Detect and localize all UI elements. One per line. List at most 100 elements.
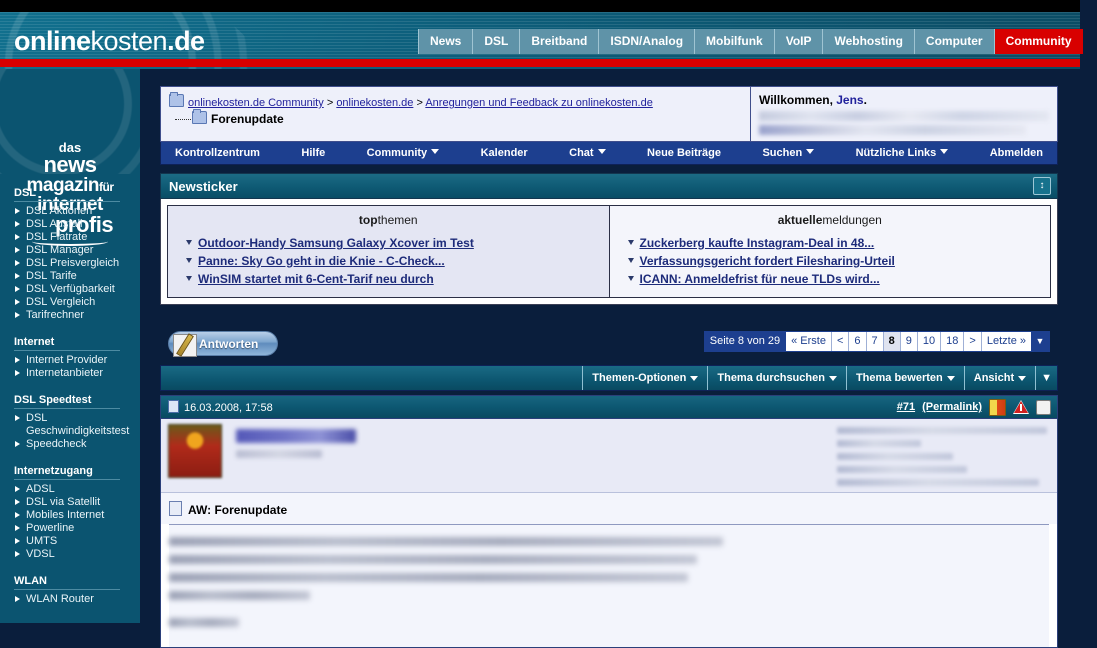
topthemen-link-3[interactable]: WinSIM startet mit 6-Cent-Tarif neu durc… (198, 272, 434, 286)
forumnav-label: Neue Beiträge (647, 147, 721, 159)
forumnav-item-nuetzliche-links[interactable]: Nützliche Links (856, 147, 949, 159)
sidebar-item-tarifrechner[interactable]: Tarifrechner (14, 309, 134, 322)
sidebar-item-dsl-tarife[interactable]: DSL Tarife (14, 270, 134, 283)
breadcrumb: onlinekosten.de Community > onlinekosten… (161, 87, 751, 141)
pagination-dropdown-icon[interactable]: ▼ (1031, 332, 1049, 351)
sidebar-heading-internet: Internet (14, 336, 120, 351)
bullet-triangle-icon (627, 276, 634, 281)
pagination-prev[interactable]: < (832, 332, 850, 351)
post-text-line-redacted (169, 537, 724, 546)
sidebar-item-internetanbieter[interactable]: Internetanbieter (14, 367, 134, 380)
pagination-page-7[interactable]: 7 (867, 332, 884, 351)
folder-open-icon (192, 109, 207, 124)
sidebar-item-powerline[interactable]: Powerline (14, 522, 134, 535)
topnav-item-breitband[interactable]: Breitband (520, 29, 600, 54)
pagination-last[interactable]: Letzte » (982, 332, 1031, 351)
topthemen-link-2[interactable]: Panne: Sky Go geht in die Knie - C-Check… (198, 254, 445, 268)
topnav-item-community[interactable]: Community (994, 29, 1083, 54)
post-author-rank-redacted (236, 450, 322, 458)
sidebar-label: VDSL (26, 548, 55, 560)
sidebar-item-dsl-manager[interactable]: DSL Manager (14, 244, 134, 257)
topthemen-link-1[interactable]: Outdoor-Handy Samsung Galaxy Xcover im T… (198, 236, 474, 250)
forumnav-item-suchen[interactable]: Suchen (762, 147, 815, 159)
pagination-page-9[interactable]: 9 (901, 332, 918, 351)
pagination-page-10[interactable]: 10 (918, 332, 942, 351)
sidebar-label: Tarifrechner (26, 309, 85, 321)
collapse-icon[interactable]: ↕ (1033, 177, 1051, 195)
topnav-item-news[interactable]: News (418, 29, 474, 54)
sidebar-item-dsl-aktionen[interactable]: DSL Aktionen (14, 205, 134, 218)
sidebar-item-dsl-vergleich[interactable]: DSL Vergleich (14, 296, 134, 309)
sidebar-item-dsl-preisvergleich[interactable]: DSL Preisvergleich (14, 257, 134, 270)
aktuelle-link-2[interactable]: Verfassungsgericht fordert Filesharing-U… (640, 254, 895, 268)
list-item: WinSIM startet mit 6-Cent-Tarif neu durc… (186, 270, 605, 288)
option-label: Themen-Optionen (592, 372, 687, 384)
pagination-page-8-current[interactable]: 8 (883, 332, 901, 351)
option-more-dropdown-icon[interactable]: ▼ (1035, 366, 1057, 390)
post-author-name-redacted[interactable] (236, 429, 356, 443)
topnav-item-webhosting[interactable]: Webhosting (823, 29, 915, 54)
aktuelle-link-1[interactable]: Zuckerberg kaufte Instagram-Deal in 48..… (640, 236, 875, 250)
forumnav-item-community[interactable]: Community (367, 147, 440, 159)
post-document-icon (168, 400, 179, 413)
forum-navigation[interactable]: Kontrollzentrum Hilfe Community Kalender… (160, 142, 1058, 165)
bullet-triangle-icon (15, 247, 20, 253)
forumnav-item-kontrollzentrum[interactable]: Kontrollzentrum (175, 147, 260, 159)
topnav-item-computer[interactable]: Computer (914, 29, 995, 54)
sidebar-item-dsl-flatrate[interactable]: DSL Flatrate (14, 231, 134, 244)
sidebar-item-adsl[interactable]: ADSL (14, 483, 134, 496)
option-ansicht[interactable]: Ansicht (963, 366, 1035, 390)
topnav-item-dsl[interactable]: DSL (473, 29, 521, 54)
forumnav-item-chat[interactable]: Chat (569, 147, 606, 159)
reply-button[interactable]: Antworten (168, 331, 278, 357)
topnav-item-voip[interactable]: VoIP (774, 29, 824, 54)
welcome-detail-line-2 (759, 125, 1026, 135)
option-thema-bewerten[interactable]: Thema bewerten (845, 366, 964, 390)
sidebar-item-internet-provider[interactable]: Internet Provider (14, 354, 134, 367)
chevron-down-icon (828, 375, 837, 381)
forumnav-item-neue-beitraege[interactable]: Neue Beiträge (647, 147, 721, 159)
pagination-next[interactable]: > (964, 332, 982, 351)
sidebar-item-dsl-geschwindigkeitstest[interactable]: DSL Geschwindigkeitstest (14, 412, 134, 438)
option-label: Thema durchsuchen (717, 372, 825, 384)
sidebar-label: Speedcheck (26, 438, 87, 450)
pagination-page-18[interactable]: 18 (941, 332, 965, 351)
forumnav-item-hilfe[interactable]: Hilfe (301, 147, 325, 159)
site-logo[interactable]: onlinekosten.de (14, 26, 205, 57)
aktuelle-link-3[interactable]: ICANN: Anmeldefrist für neue TLDs wird..… (640, 272, 880, 286)
post-number-link[interactable]: #71 (897, 401, 915, 413)
main-content: onlinekosten.de Community > onlinekosten… (160, 86, 1058, 648)
pagination[interactable]: Seite 8 von 29 « Erste < 6 7 8 9 10 18 >… (703, 331, 1050, 352)
post-permalink[interactable]: (Permalink) (922, 401, 982, 413)
sidebar-item-mobiles-internet[interactable]: Mobiles Internet (14, 509, 134, 522)
post-text-line-redacted (169, 591, 310, 600)
pagination-page-6[interactable]: 6 (849, 332, 867, 351)
sidebar-item-dsl-via-satellit[interactable]: DSL via Satellit (14, 496, 134, 509)
breadcrumb-link-onlinekosten[interactable]: onlinekosten.de (336, 97, 413, 109)
breadcrumb-link-anregungen[interactable]: Anregungen und Feedback zu onlinekosten.… (425, 97, 653, 109)
sidebar-item-dsl-verfuegbarkeit[interactable]: DSL Verfügbarkeit (14, 283, 134, 296)
pagination-first[interactable]: « Erste (786, 332, 832, 351)
option-thema-durchsuchen[interactable]: Thema durchsuchen (707, 366, 846, 390)
sidebar-item-umts[interactable]: UMTS (14, 535, 134, 548)
sidebar-item-vdsl[interactable]: VDSL (14, 548, 134, 561)
page-right-margin (1080, 0, 1097, 623)
option-themen-optionen[interactable]: Themen-Optionen (582, 366, 707, 390)
topnav-item-mobilfunk[interactable]: Mobilfunk (695, 29, 775, 54)
topnav-item-isdn-analog[interactable]: ISDN/Analog (599, 29, 696, 54)
welcome-username-link[interactable]: Jens (836, 93, 863, 107)
report-warning-icon[interactable] (1013, 400, 1029, 414)
bookmark-icon[interactable] (989, 398, 1006, 416)
bullet-triangle-icon (15, 441, 20, 447)
primary-navigation[interactable]: News DSL Breitband ISDN/Analog Mobilfunk… (418, 29, 1083, 54)
breadcrumb-link-community[interactable]: onlinekosten.de Community (188, 97, 324, 109)
sidebar-item-speedcheck[interactable]: Speedcheck (14, 438, 134, 451)
forumnav-item-kalender[interactable]: Kalender (481, 147, 528, 159)
avatar[interactable] (168, 424, 222, 478)
sidebar-item-wlan-router[interactable]: WLAN Router (14, 593, 134, 606)
forumnav-item-abmelden[interactable]: Abmelden (990, 147, 1043, 159)
sidebar-item-dsl-ausfall[interactable]: DSL Ausfall (14, 218, 134, 231)
sidebar-label: Powerline (26, 522, 75, 534)
post-select-checkbox[interactable] (1036, 399, 1051, 415)
sidebar-label: Internetanbieter (26, 367, 104, 379)
